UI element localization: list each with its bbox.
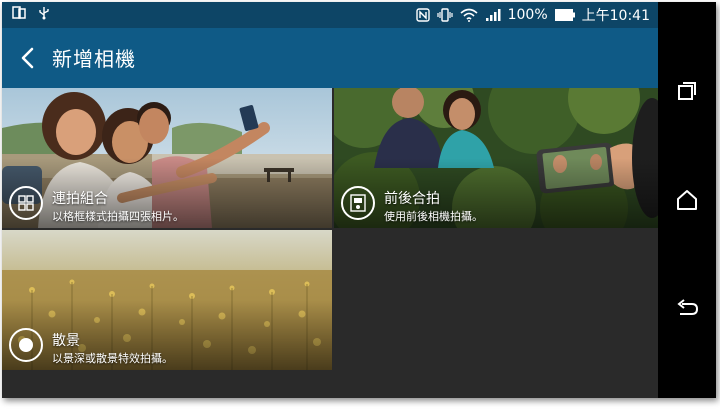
bokeh-icon <box>9 328 43 362</box>
battery-percent: 100% <box>507 7 548 23</box>
tile-shade <box>334 158 658 228</box>
phone-screen: 100% 上午10:41 新增相機 連拍組合 以格框樣式拍攝四張相片。 前後合拍… <box>2 2 658 398</box>
status-bar: 100% 上午10:41 <box>2 2 658 28</box>
empty-grid-area <box>334 230 658 398</box>
navigation-bar <box>658 2 716 398</box>
back-arrow-icon[interactable] <box>14 44 42 72</box>
recent-apps-icon[interactable] <box>672 76 702 106</box>
signal-icon <box>485 9 501 21</box>
mode-title: 前後合拍 <box>384 191 440 207</box>
mode-tile-split-capture[interactable]: 前後合拍 使用前後相機拍攝。 <box>334 88 658 228</box>
mode-title: 連拍組合 <box>52 191 108 207</box>
mode-description: 以景深或散景特效拍攝。 <box>52 352 173 365</box>
mode-title: 散景 <box>52 333 80 349</box>
mode-tile-burst-collage[interactable]: 連拍組合 以格框樣式拍攝四張相片。 <box>2 88 332 228</box>
app-bar: 新增相機 <box>2 28 658 88</box>
photo-grid-icon <box>9 186 43 220</box>
mode-description: 使用前後相機拍攝。 <box>384 210 483 223</box>
vibrate-icon <box>437 8 453 22</box>
back-icon[interactable] <box>672 294 702 324</box>
wifi-icon <box>460 8 478 22</box>
battery-icon <box>554 9 575 21</box>
home-icon[interactable] <box>672 185 702 215</box>
status-time: 上午10:41 <box>581 8 650 24</box>
mode-tile-bokeh[interactable]: 散景 以景深或散景特效拍攝。 <box>2 230 332 370</box>
mode-description: 以格框樣式拍攝四張相片。 <box>52 210 184 223</box>
nfc-icon <box>415 8 430 22</box>
dual-sim-icon <box>12 6 26 19</box>
split-camera-icon <box>341 186 375 220</box>
phone-device: 100% 上午10:41 新增相機 連拍組合 以格框樣式拍攝四張相片。 前後合拍… <box>2 2 716 398</box>
page-title: 新增相機 <box>52 47 136 71</box>
usb-icon <box>39 7 49 20</box>
